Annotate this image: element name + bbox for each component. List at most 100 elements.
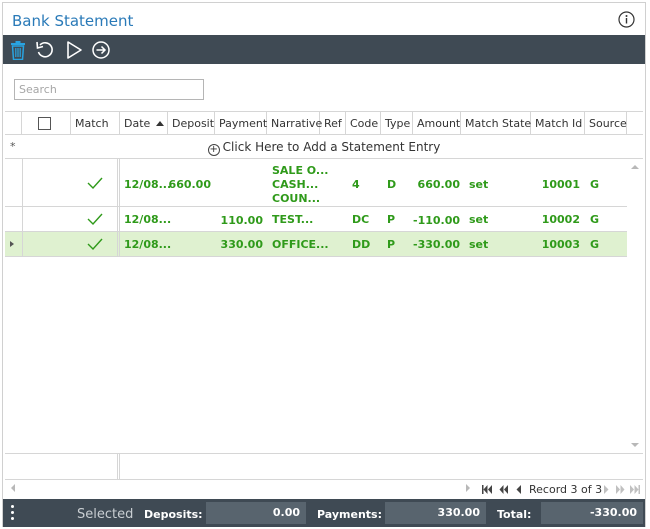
add-entry-row[interactable]: * + Click Here to Add a Statement Entry xyxy=(5,135,643,159)
cell-source: G xyxy=(590,213,600,226)
grid-summary-row xyxy=(5,453,643,480)
col-header-payment[interactable]: Payment xyxy=(215,112,267,135)
cell-match-state: set xyxy=(469,178,489,191)
next-record-button[interactable] xyxy=(604,483,609,495)
toolbar xyxy=(3,35,645,64)
vertical-scrollbar[interactable] xyxy=(627,159,643,453)
cell-source: G xyxy=(590,178,600,191)
col-header-ref[interactable]: Ref xyxy=(320,112,346,135)
cell-narrative-line: SALE O... xyxy=(272,164,329,177)
cell-type: P xyxy=(387,238,396,251)
table-row[interactable]: 12/08... 110.00 TEST... DC P -110.00 set… xyxy=(5,207,627,232)
cell-deposit: 660.00 xyxy=(168,178,211,191)
previous-record-icon xyxy=(516,484,521,494)
deposits-label: Deposits: xyxy=(144,508,203,521)
previous-page-icon xyxy=(499,484,508,494)
record-position-text: Record 3 of 3 xyxy=(529,483,603,496)
cell-amount: -330.00 xyxy=(413,238,461,251)
selected-label: Selected xyxy=(77,507,134,522)
col-header-match-id[interactable]: Match Id xyxy=(531,112,585,135)
payments-total: 330.00 xyxy=(385,502,486,524)
col-header-date-label: Date xyxy=(124,117,151,130)
cell-match-id: 10002 xyxy=(541,213,580,226)
cell-code: 4 xyxy=(352,178,360,191)
window-title: Bank Statement xyxy=(12,12,134,30)
next-page-button[interactable] xyxy=(616,483,625,495)
cell-match-state: set xyxy=(469,213,489,226)
go-button[interactable] xyxy=(90,39,112,61)
cell-match-state: set xyxy=(469,238,489,251)
deposits-total: 0.00 xyxy=(206,502,306,524)
scroll-left-icon[interactable] xyxy=(11,484,15,492)
add-entry-link[interactable]: + Click Here to Add a Statement Entry xyxy=(5,140,643,156)
search-box xyxy=(14,79,204,100)
col-header-match[interactable]: Match xyxy=(71,112,120,135)
first-record-button[interactable] xyxy=(482,483,492,495)
cell-type: D xyxy=(387,178,397,191)
col-header-type[interactable]: Type xyxy=(381,112,413,135)
col-header-narrative[interactable]: Narrative xyxy=(267,112,322,135)
cell-date: 12/08... xyxy=(124,178,172,191)
cell-match-id: 10001 xyxy=(541,178,580,191)
pager-bar: Record 3 of 3 xyxy=(5,479,643,499)
table-row-selected[interactable]: 12/08... 330.00 OFFICE... DD P -330.00 s… xyxy=(5,232,627,257)
cell-code: DC xyxy=(352,213,370,226)
table-row[interactable]: 12/08... 660.00 SALE O... CASH... COUN..… xyxy=(5,159,627,207)
cell-match-id: 10003 xyxy=(541,238,580,251)
delete-icon xyxy=(11,40,25,60)
next-page-icon xyxy=(616,484,625,494)
total-label: Total: xyxy=(497,508,532,521)
add-circle-icon: + xyxy=(207,144,220,156)
run-button[interactable] xyxy=(63,39,85,61)
last-page-icon xyxy=(630,484,640,494)
title-bar: Bank Statement xyxy=(3,3,645,35)
arrow-right-circle-icon xyxy=(92,41,110,59)
bank-statement-panel: Bank Statement Search Match Date Deposit… xyxy=(2,2,646,527)
cell-amount: -110.00 xyxy=(413,214,461,227)
scroll-up-icon[interactable] xyxy=(631,165,639,169)
col-header-match-state[interactable]: Match State xyxy=(461,112,531,135)
summary-footer: Selected Deposits: 0.00 Payments: 330.00… xyxy=(3,499,645,527)
cell-narrative-line: COUN... xyxy=(272,192,321,205)
cell-narrative-line: OFFICE... xyxy=(272,238,329,251)
search-input[interactable] xyxy=(15,80,203,99)
statement-grid: Match Date Deposit Payment Narrative Ref… xyxy=(5,111,643,480)
col-header-code[interactable]: Code xyxy=(346,112,381,135)
check-icon xyxy=(87,238,103,250)
current-row-indicator-icon xyxy=(10,241,14,247)
cell-date: 12/08... xyxy=(124,238,172,251)
frozen-column-divider xyxy=(117,159,120,257)
select-all-header xyxy=(22,112,71,135)
col-header-date[interactable]: Date xyxy=(120,112,168,135)
scroll-right-icon[interactable] xyxy=(466,484,470,492)
cell-payment: 330.00 xyxy=(220,238,263,251)
previous-record-button[interactable] xyxy=(516,483,521,495)
undo-button[interactable] xyxy=(34,39,56,61)
select-all-checkbox[interactable] xyxy=(38,117,51,130)
column-divider xyxy=(22,159,23,257)
sort-ascending-icon xyxy=(156,120,165,126)
col-header-deposit[interactable]: Deposit xyxy=(168,112,215,135)
grid-header: Match Date Deposit Payment Narrative Ref… xyxy=(5,112,643,135)
col-header-source[interactable]: Source xyxy=(585,112,627,135)
cell-code: DD xyxy=(352,238,371,251)
check-icon xyxy=(87,213,103,225)
play-icon xyxy=(67,41,82,59)
cell-narrative-line: TEST... xyxy=(272,213,314,226)
more-options-icon[interactable] xyxy=(11,505,15,521)
next-record-icon xyxy=(604,484,609,494)
info-icon[interactable] xyxy=(618,11,635,28)
cell-date: 12/08... xyxy=(124,213,172,226)
check-icon xyxy=(87,177,103,189)
undo-icon xyxy=(36,41,53,58)
delete-button[interactable] xyxy=(7,39,29,61)
frozen-column-divider xyxy=(117,454,120,480)
previous-page-button[interactable] xyxy=(499,483,508,495)
col-header-amount[interactable]: Amount xyxy=(413,112,461,135)
payments-label: Payments: xyxy=(317,508,382,521)
cell-source: G xyxy=(590,238,600,251)
scroll-down-icon[interactable] xyxy=(631,443,639,447)
grand-total: -330.00 xyxy=(541,502,643,524)
last-record-button[interactable] xyxy=(630,483,640,495)
cell-amount: 660.00 xyxy=(417,178,460,191)
